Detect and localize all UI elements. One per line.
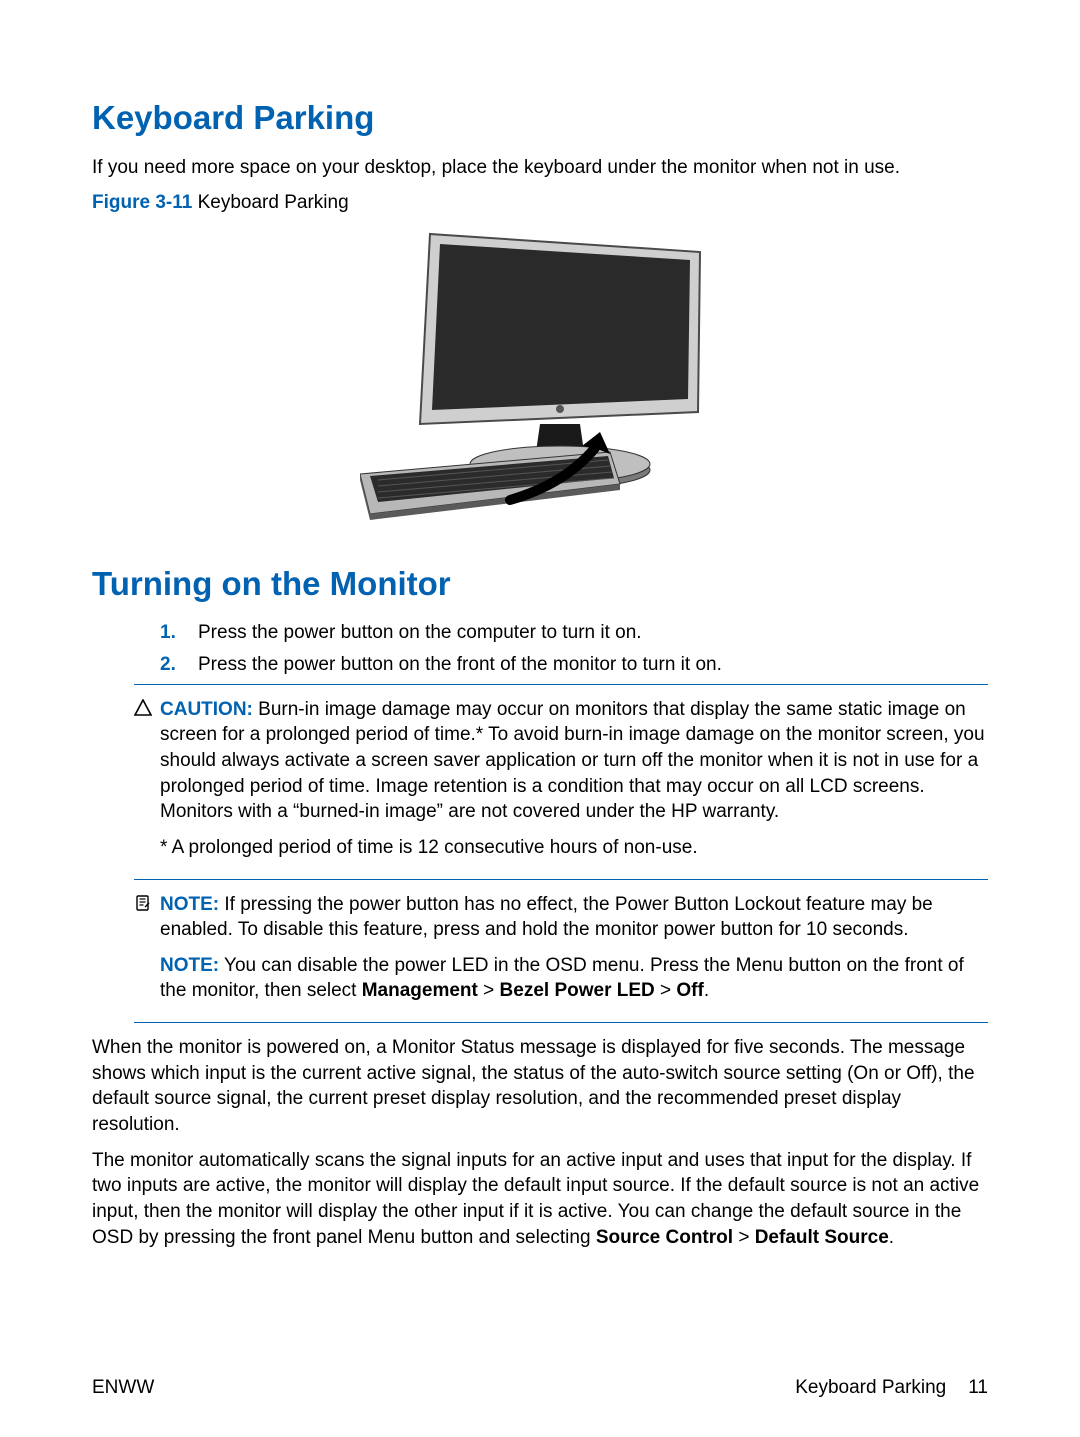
figure-title: Keyboard Parking: [192, 192, 348, 213]
caution-icon: [134, 699, 154, 725]
sep: >: [733, 1227, 755, 1248]
figure-image: [92, 224, 988, 534]
menu-default-source: Default Source: [755, 1227, 889, 1248]
body-para: The monitor automatically scans the sign…: [92, 1148, 988, 1251]
figure-caption: Figure 3-11 Keyboard Parking: [92, 190, 988, 216]
note-body: NOTE: If pressing the power button has n…: [160, 892, 988, 1015]
menu-management: Management: [362, 980, 478, 1001]
footer-page-number: 11: [968, 1375, 988, 1401]
caution-footnote: * A prolonged period of time is 12 conse…: [160, 835, 988, 861]
sep: >: [655, 980, 677, 1001]
period: .: [704, 980, 709, 1001]
menu-off: Off: [676, 980, 703, 1001]
monitor-keyboard-illustration-icon: [360, 224, 720, 534]
step-row: 1. Press the power button on the compute…: [160, 620, 988, 646]
divider: [134, 684, 988, 685]
sep: >: [478, 980, 500, 1001]
step-text: Press the power button on the computer t…: [198, 620, 642, 646]
caution-body: CAUTION: Burn-in image damage may occur …: [160, 697, 988, 871]
ordered-steps: 1. Press the power button on the compute…: [160, 620, 988, 677]
figure-number: Figure 3-11: [92, 192, 192, 213]
heading-keyboard-parking: Keyboard Parking: [92, 96, 988, 141]
note-label: NOTE:: [160, 894, 219, 915]
note-label: NOTE:: [160, 955, 219, 976]
divider: [134, 1022, 988, 1023]
step-text: Press the power button on the front of t…: [198, 652, 722, 678]
note-icon: [134, 894, 154, 920]
body-para: When the monitor is powered on, a Monito…: [92, 1035, 988, 1138]
menu-source-control: Source Control: [596, 1227, 733, 1248]
note-callout: NOTE: If pressing the power button has n…: [134, 892, 988, 1015]
caution-text: Burn-in image damage may occur on monito…: [160, 699, 985, 823]
menu-bezel-power-led: Bezel Power LED: [500, 980, 655, 1001]
caution-callout: CAUTION: Burn-in image damage may occur …: [134, 697, 988, 871]
intro-para: If you need more space on your desktop, …: [92, 155, 988, 181]
page-footer: ENWW Keyboard Parking 11: [92, 1375, 988, 1401]
divider: [134, 879, 988, 880]
step-number: 1.: [160, 620, 178, 646]
note-text: If pressing the power button has no effe…: [160, 894, 933, 941]
footer-section-label: Keyboard Parking: [795, 1375, 946, 1401]
footer-left: ENWW: [92, 1375, 154, 1401]
heading-turning-on-monitor: Turning on the Monitor: [92, 562, 988, 607]
period: .: [889, 1227, 894, 1248]
step-row: 2. Press the power button on the front o…: [160, 652, 988, 678]
caution-label: CAUTION:: [160, 699, 253, 720]
step-number: 2.: [160, 652, 178, 678]
